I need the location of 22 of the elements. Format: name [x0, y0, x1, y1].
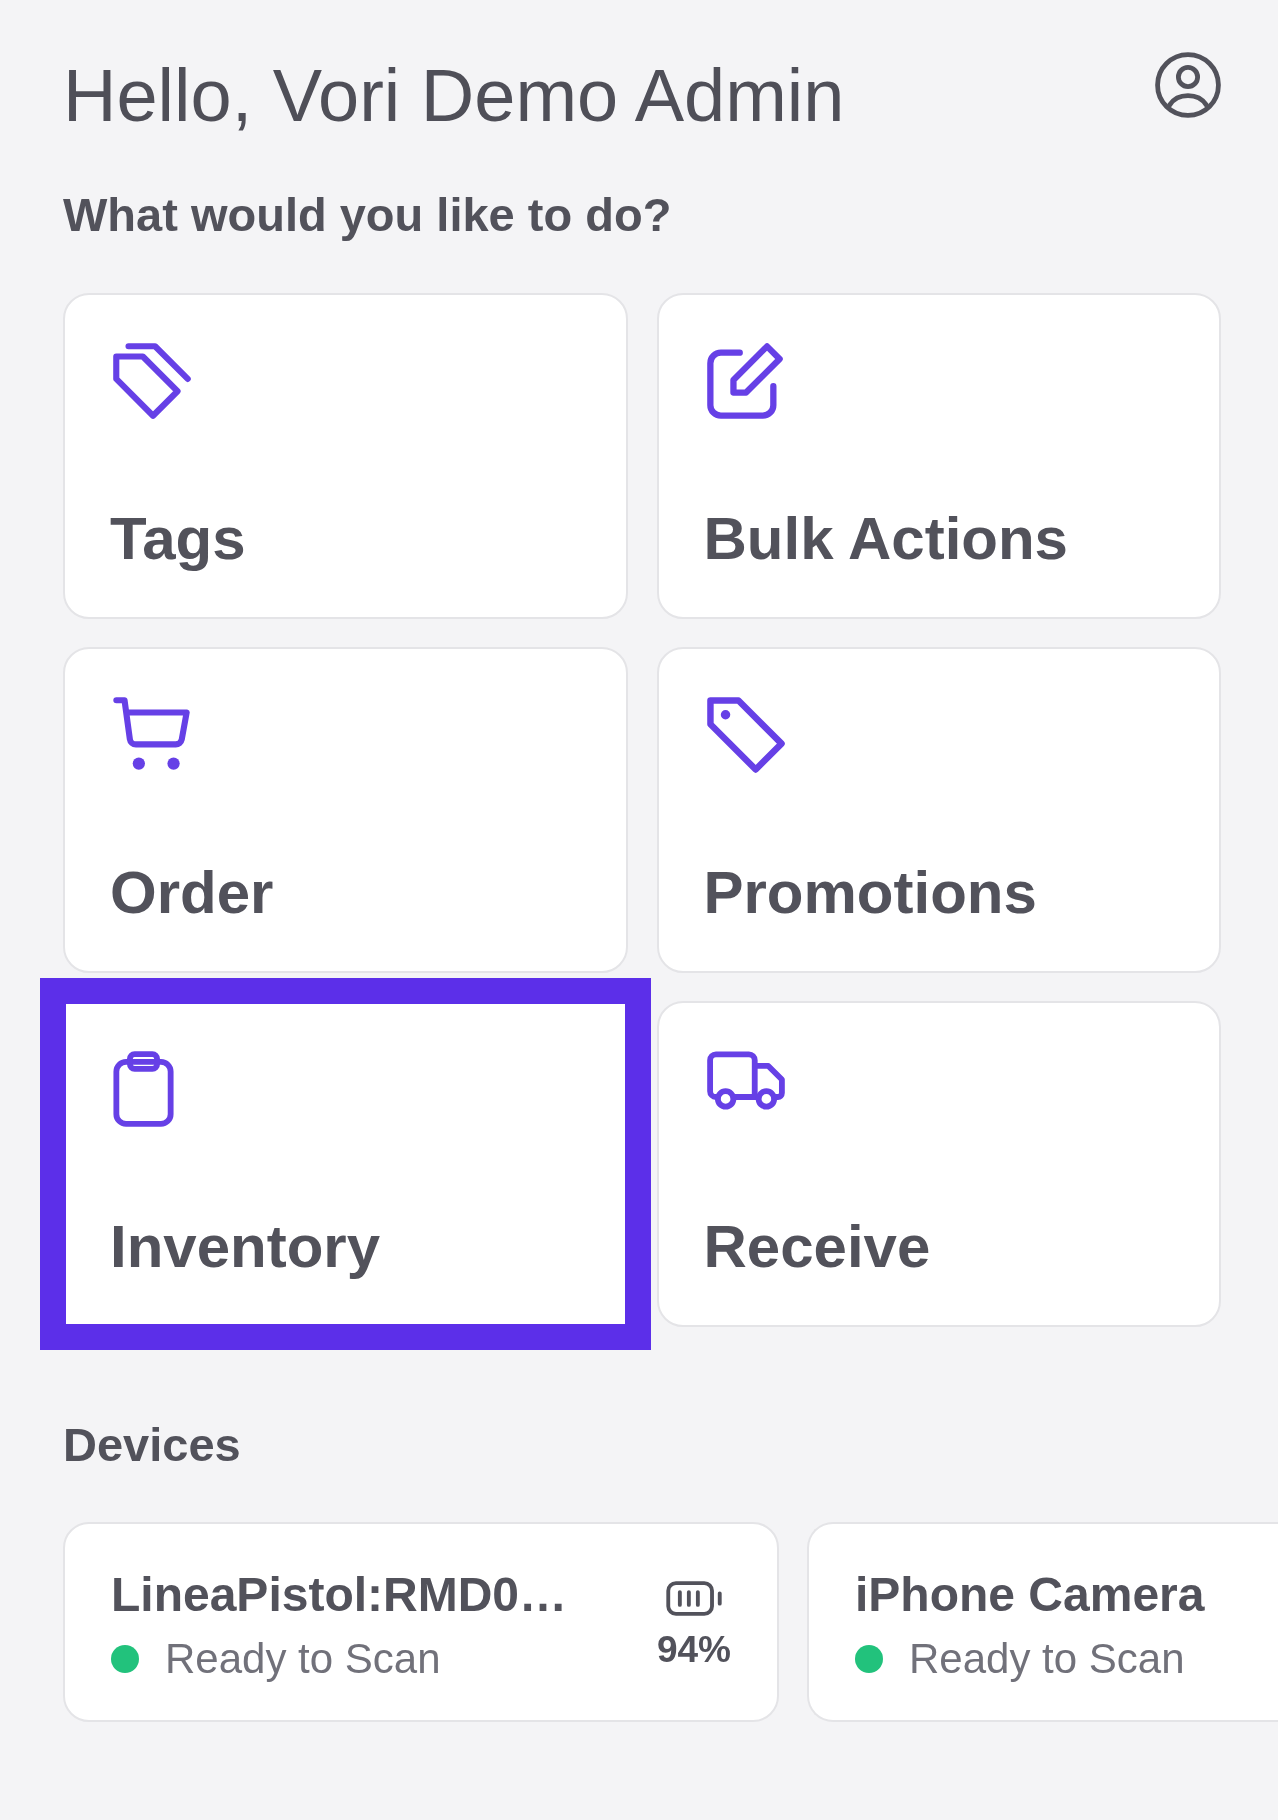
clipboard-icon [113, 1051, 174, 1128]
status-text: Ready to Scan [165, 1633, 441, 1684]
battery-percent: 94% [656, 1628, 731, 1673]
action-tile[interactable]: Receive [656, 1001, 1221, 1328]
device-card[interactable]: LineaPistol:RMD0… Ready to Scan 94% [63, 1521, 779, 1722]
action-tile[interactable]: Tags [63, 293, 628, 620]
device-card[interactable]: iPhone Camera Ready to Scan [807, 1521, 1278, 1722]
status-text: Ready to Scan [909, 1633, 1185, 1684]
greeting-heading: Hello, Vori Demo Admin [63, 53, 845, 139]
device-name: iPhone Camera [855, 1567, 1206, 1624]
action-tile[interactable]: Promotions [656, 647, 1221, 974]
action-tile[interactable]: Bulk Actions [656, 293, 1221, 620]
device-name: LineaPistol:RMD0… [111, 1567, 569, 1624]
person-circle-icon[interactable] [1155, 52, 1221, 118]
battery-icon [665, 1581, 722, 1617]
prompt-text: What would you like to do? [63, 186, 673, 243]
tags-icon [113, 343, 191, 420]
action-tile[interactable]: Order [63, 647, 628, 974]
truck-icon [706, 1051, 785, 1111]
pencil-square-icon [706, 343, 783, 420]
tag-icon [706, 697, 785, 774]
devices-heading: Devices [63, 1417, 242, 1474]
